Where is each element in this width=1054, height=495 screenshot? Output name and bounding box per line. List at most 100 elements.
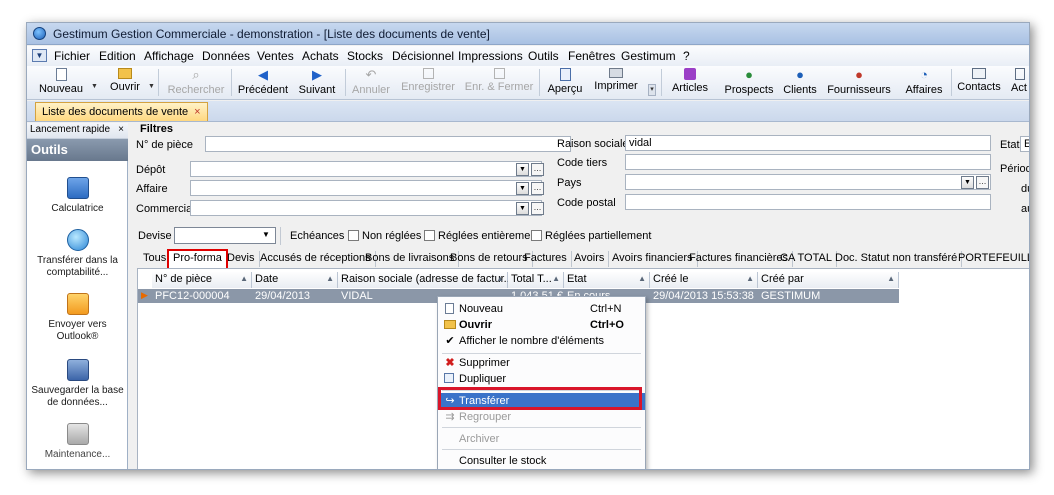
non-reglees-checkbox[interactable]: Non réglées	[348, 230, 421, 242]
sort-icon[interactable]: ▲	[240, 274, 248, 283]
depot-dropdown-icon[interactable]: ▼	[516, 163, 529, 176]
articles-button[interactable]: Articles	[667, 67, 713, 98]
tab-factures[interactable]: Factures	[520, 251, 572, 267]
sort-icon[interactable]: ▲	[496, 274, 504, 283]
cell-cree-le[interactable]: 29/04/2013 15:53:38	[650, 289, 758, 303]
checkbox-box[interactable]	[531, 230, 542, 241]
tab-devis[interactable]: Devis	[223, 251, 260, 267]
ouvrir-button[interactable]: Ouvrir	[105, 67, 145, 98]
sidebar-item-sauvegarder[interactable]: Sauvegarder la base de données...	[27, 359, 128, 409]
affaire-browse-icon[interactable]: …	[531, 182, 544, 195]
tab-bons-livraisons[interactable]: Bons de livraisons	[361, 251, 460, 267]
sidebar-close-icon[interactable]: ×	[118, 124, 124, 135]
depot-input[interactable]	[190, 161, 542, 177]
context-menu-ouvrir[interactable]: Ouvrir Ctrl+O	[438, 317, 645, 334]
sidebar-item-transferer-comptabilite[interactable]: Transférer dans la comptabilité...	[27, 229, 128, 279]
context-menu-dupliquer[interactable]: Dupliquer	[438, 371, 645, 388]
toolbar-overflow-icon[interactable]: ▾	[648, 84, 656, 96]
imprimer-button[interactable]: Imprimer	[591, 67, 641, 98]
reglees-partiellement-checkbox[interactable]: Réglées partiellement	[531, 230, 651, 242]
rechercher-button[interactable]: ⌕ Rechercher	[165, 67, 227, 98]
num-piece-input[interactable]	[205, 136, 571, 152]
code-postal-input[interactable]	[625, 194, 991, 210]
sort-icon[interactable]: ▲	[638, 274, 646, 283]
system-menu-icon[interactable]: ▼	[32, 49, 47, 62]
menu-edition[interactable]: Edition	[99, 49, 136, 63]
sort-icon[interactable]: ▲	[887, 274, 895, 283]
column-header-date[interactable]: Date ▲	[252, 272, 338, 288]
fournisseurs-button[interactable]: ● Fournisseurs	[825, 67, 893, 98]
raison-sociale-input[interactable]: vidal	[625, 135, 991, 151]
menu-help[interactable]: ?	[683, 49, 690, 63]
commercial-input[interactable]	[190, 200, 542, 216]
affaires-button[interactable]: ◔ Affaires	[899, 67, 949, 98]
commercial-dropdown-icon[interactable]: ▼	[516, 202, 529, 215]
checkbox-box[interactable]	[424, 230, 435, 241]
column-header-cree-le[interactable]: Créé le ▲	[650, 272, 758, 288]
menu-affichage[interactable]: Affichage	[144, 49, 194, 63]
menu-gestimum[interactable]: Gestimum	[621, 49, 676, 63]
reglees-entierement-checkbox[interactable]: Réglées entièrement	[424, 230, 540, 242]
cell-num-piece[interactable]: PFC12-000004	[152, 289, 252, 303]
tab-ca-total[interactable]: CA TOTAL	[776, 251, 837, 267]
sidebar-item-outlook[interactable]: Envoyer vers Outlook®	[27, 293, 128, 343]
menu-decisionnel[interactable]: Décisionnel	[392, 49, 454, 63]
column-header-etat[interactable]: Etat ▲	[564, 272, 650, 288]
menu-impressions[interactable]: Impressions	[458, 49, 523, 63]
cell-date[interactable]: 29/04/2013	[252, 289, 338, 303]
context-menu-afficher-nombre[interactable]: ✔ Afficher le nombre d'éléments	[438, 333, 645, 350]
menu-donnees[interactable]: Données	[202, 49, 250, 63]
menu-stocks[interactable]: Stocks	[347, 49, 383, 63]
affaire-dropdown-icon[interactable]: ▼	[516, 182, 529, 195]
apercu-button[interactable]: Aperçu	[543, 67, 587, 98]
prospects-button[interactable]: ● Prospects	[721, 67, 777, 98]
annuler-button[interactable]: ↶ Annuler	[349, 67, 393, 98]
enregistrer-button[interactable]: Enregistrer	[397, 67, 459, 98]
tab-doc-statut-non-transfere[interactable]: Doc. Statut non transféré	[831, 251, 963, 267]
tab-avoirs[interactable]: Avoirs	[570, 251, 610, 267]
depot-browse-icon[interactable]: …	[531, 163, 544, 176]
tab-accuses-receptions[interactable]: Accusés de réceptions	[256, 251, 376, 267]
sidebar-item-maintenance[interactable]: Maintenance...	[27, 423, 128, 461]
menu-outils[interactable]: Outils	[528, 49, 559, 63]
affaire-input[interactable]	[190, 180, 542, 196]
context-menu-consulter-stock[interactable]: Consulter le stock	[438, 453, 645, 469]
context-menu-archiver[interactable]: Archiver	[438, 431, 645, 448]
code-tiers-input[interactable]	[625, 154, 991, 170]
ouvrir-dropdown-icon[interactable]: ▼	[148, 83, 155, 90]
menu-achats[interactable]: Achats	[302, 49, 339, 63]
cell-cree-par[interactable]: GESTIMUM	[758, 289, 899, 303]
enregistrer-fermer-button[interactable]: Enr. & Fermer	[463, 67, 535, 98]
tab-pro-forma[interactable]: Pro-forma	[167, 249, 228, 268]
pays-input[interactable]	[625, 174, 991, 190]
column-header-total[interactable]: Total T... ▲	[508, 272, 564, 288]
context-menu-supprimer[interactable]: ✖ Supprimer	[438, 355, 645, 372]
sidebar-item-calculatrice[interactable]: Calculatrice	[27, 177, 128, 215]
pays-browse-icon[interactable]: …	[976, 176, 989, 189]
sidebar-section-title[interactable]: Outils	[27, 139, 128, 161]
menu-fenetres[interactable]: Fenêtres	[568, 49, 615, 63]
column-header-raison-sociale[interactable]: Raison sociale (adresse de factur... ▲	[338, 272, 513, 288]
sort-icon[interactable]: ▲	[552, 274, 560, 283]
contacts-button[interactable]: Contacts	[955, 67, 1003, 98]
column-header-num-piece[interactable]: N° de pièce ▲	[152, 272, 252, 288]
context-menu-nouveau[interactable]: Nouveau Ctrl+N	[438, 301, 645, 318]
menu-ventes[interactable]: Ventes	[257, 49, 294, 63]
document-tab[interactable]: Liste des documents de vente ×	[35, 102, 208, 121]
etat-select[interactable]: E	[1020, 136, 1029, 152]
pays-dropdown-icon[interactable]: ▼	[961, 176, 974, 189]
column-header-cree-par[interactable]: Créé par ▲	[758, 272, 899, 288]
nouveau-button[interactable]: Nouveau	[37, 67, 85, 98]
sort-icon[interactable]: ▲	[326, 274, 334, 283]
suivant-button[interactable]: ▶ Suivant	[295, 67, 339, 98]
devise-select[interactable]	[174, 227, 276, 244]
clients-button[interactable]: ● Clients	[779, 67, 821, 98]
commercial-browse-icon[interactable]: …	[531, 202, 544, 215]
nouveau-dropdown-icon[interactable]: ▼	[91, 83, 98, 90]
actions-button[interactable]: Act	[1011, 67, 1029, 98]
devise-dropdown-icon[interactable]: ▼	[262, 230, 270, 239]
context-menu-regrouper[interactable]: ⇉ Regrouper	[438, 409, 645, 426]
menu-fichier[interactable]: Fichier	[54, 49, 90, 63]
checkbox-box[interactable]	[348, 230, 359, 241]
sort-icon[interactable]: ▲	[746, 274, 754, 283]
